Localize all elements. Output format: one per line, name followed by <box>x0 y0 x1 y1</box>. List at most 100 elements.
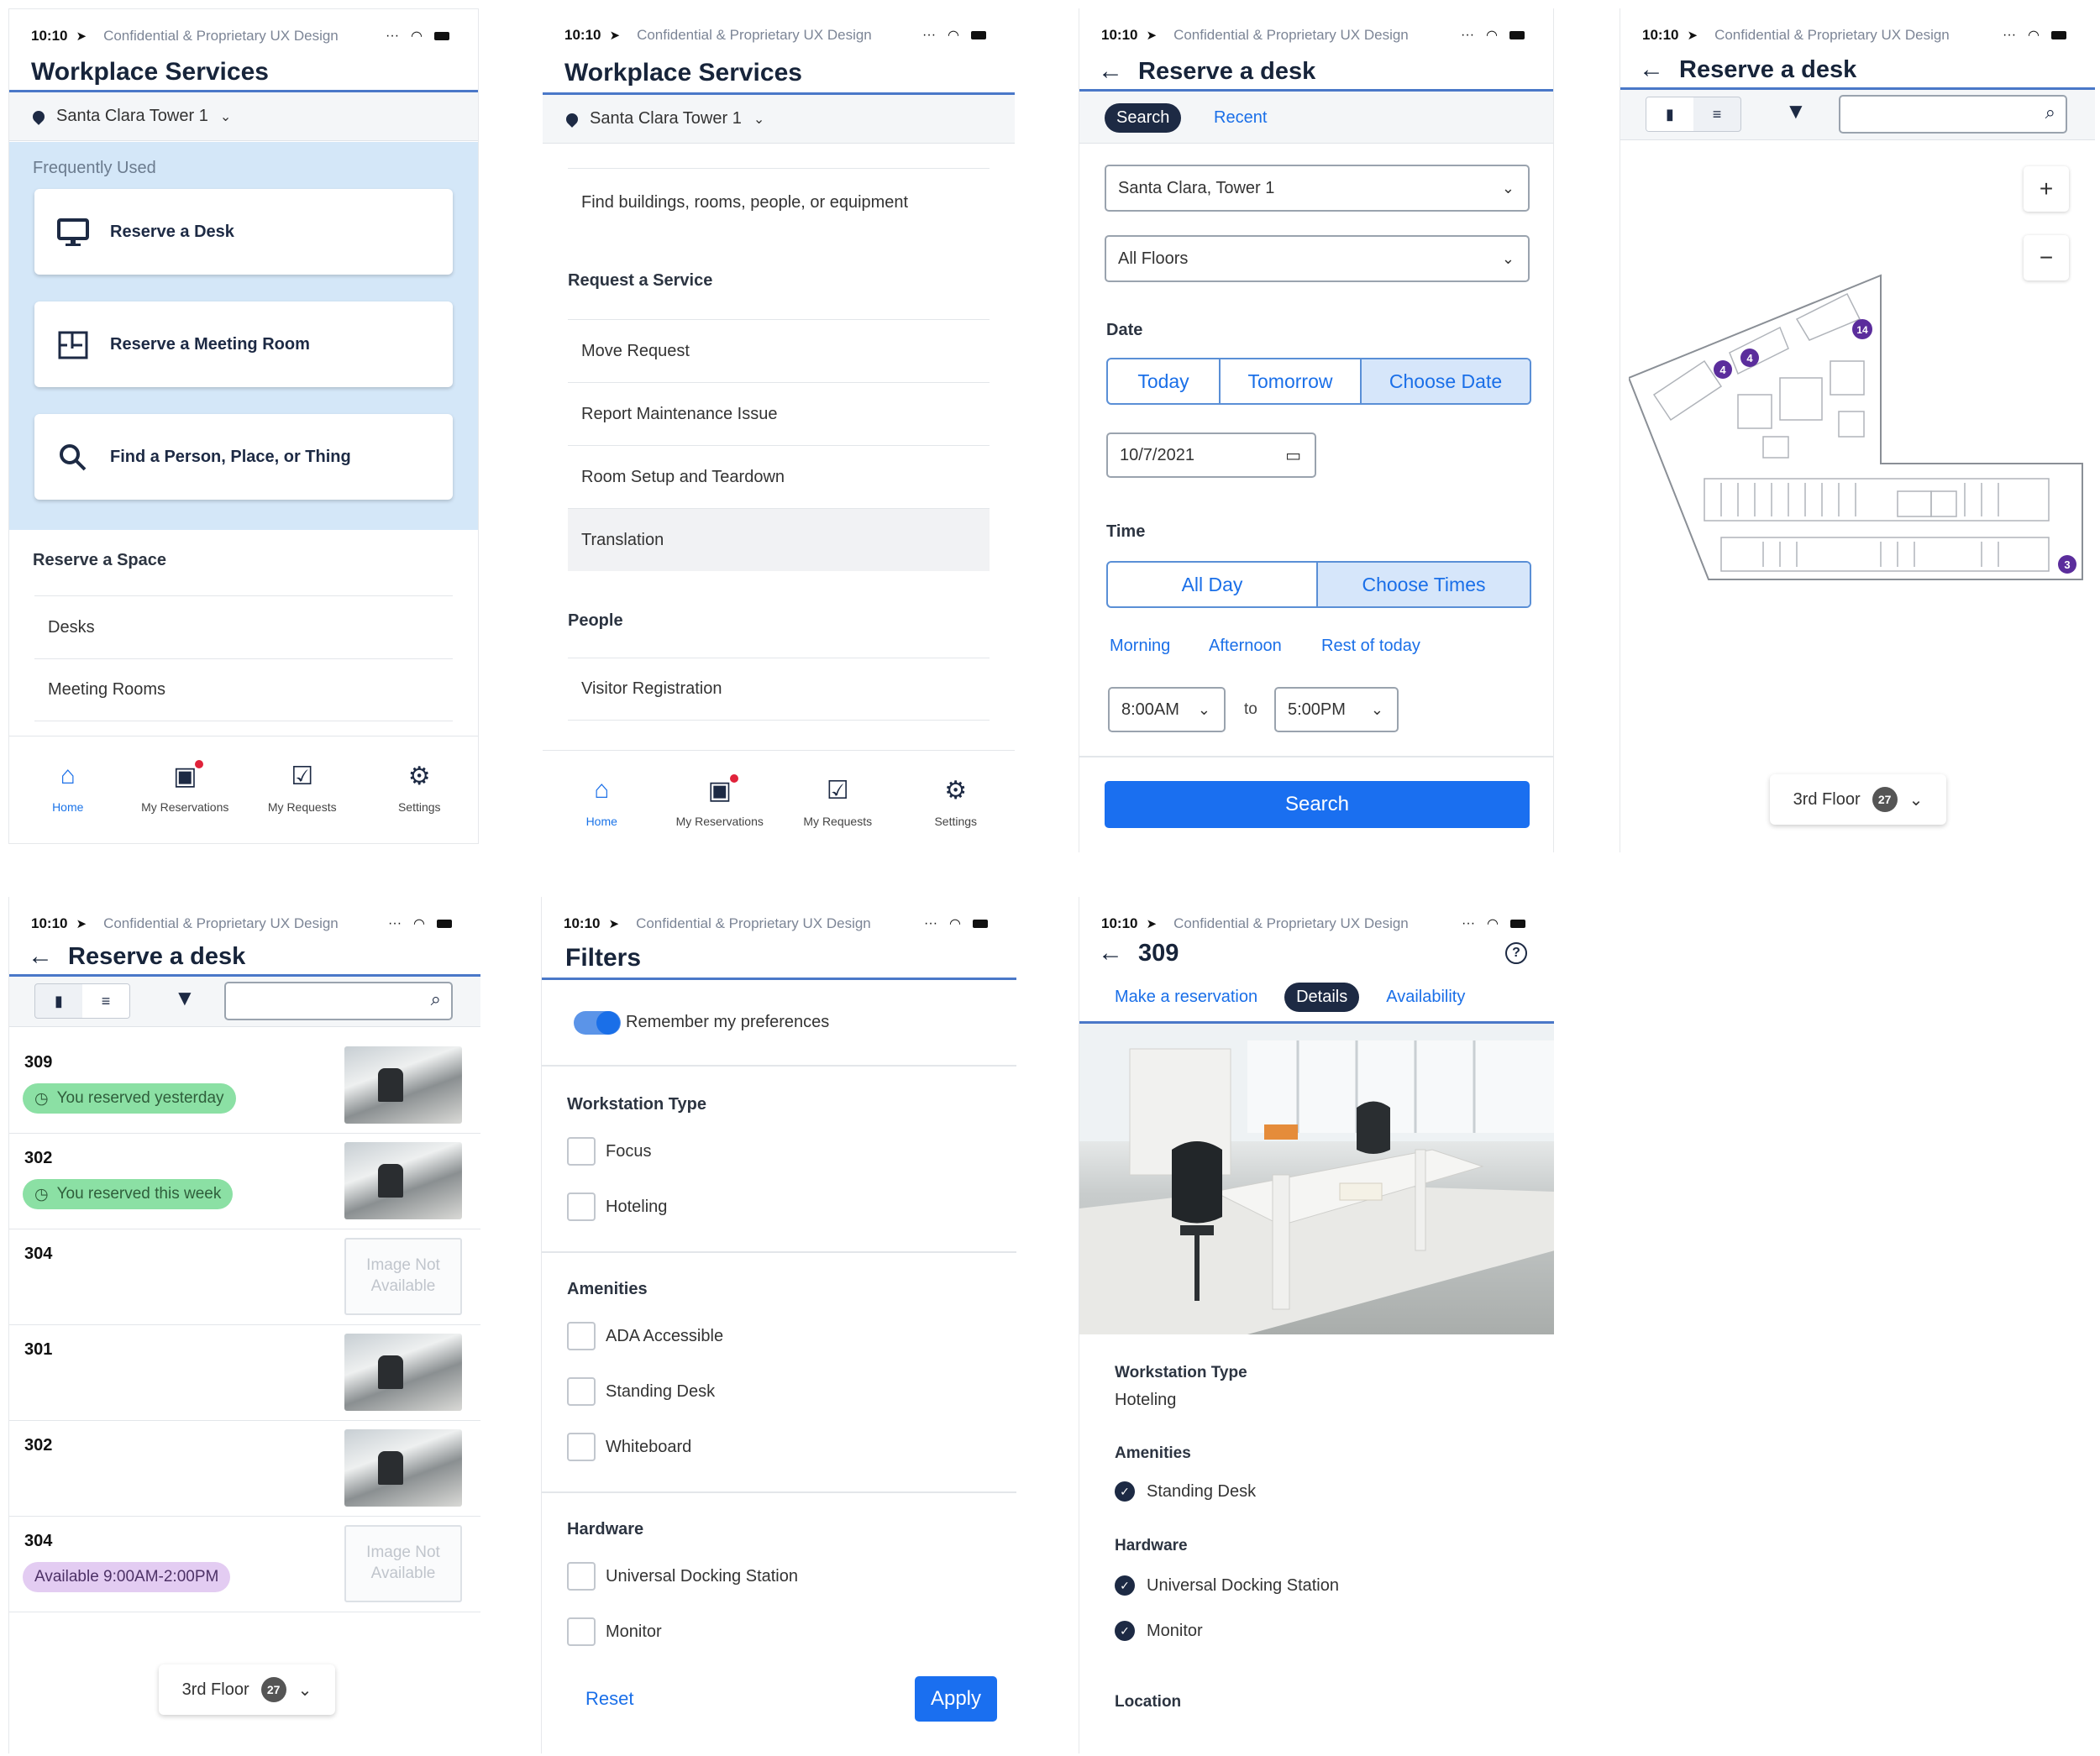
location-label: Santa Clara Tower 1 <box>56 107 208 125</box>
checkbox[interactable] <box>567 1137 596 1166</box>
map-marker-2[interactable]: 4 <box>1746 352 1753 364</box>
preset-rest-of-today[interactable]: Rest of today <box>1321 637 1420 656</box>
map-marker-4[interactable]: 3 <box>2064 558 2070 571</box>
back-arrow-icon[interactable]: ← <box>1639 55 1664 84</box>
tab-home-label: Home <box>52 800 84 814</box>
list-item[interactable]: 304 Available 9:00AM-2:00PM Image Not Ava… <box>9 1517 480 1612</box>
reserve-desk-card[interactable]: Reserve a Desk <box>34 189 453 275</box>
list-item[interactable]: 309 ◷ You reserved yesterday <box>9 1038 480 1134</box>
map-view-icon[interactable]: ▮ <box>35 984 82 1018</box>
status-badge-text: Available 9:00AM-2:00PM <box>34 1568 219 1586</box>
time-choose[interactable]: Choose Times <box>1318 563 1530 606</box>
checkbox-standing-desk[interactable]: Standing Desk <box>567 1377 715 1406</box>
tab-my-reservations[interactable]: ▣ My Reservations <box>661 774 779 828</box>
checkbox-whiteboard[interactable]: Whiteboard <box>567 1433 691 1461</box>
image-na-line2: Available <box>370 1565 436 1582</box>
filter-icon[interactable]: ▼ <box>1785 98 1807 124</box>
checkbox[interactable] <box>567 1433 596 1461</box>
zoom-in-button[interactable]: + <box>2024 166 2069 212</box>
tab-availability[interactable]: Availability <box>1386 988 1465 1007</box>
find-buildings-item[interactable]: Find buildings, rooms, people, or equipm… <box>568 168 990 237</box>
location-label: Location <box>1115 1693 1182 1711</box>
back-arrow-icon[interactable]: ← <box>1098 939 1123 967</box>
date-today[interactable]: Today <box>1108 359 1221 403</box>
tab-home[interactable]: ⌂ Home <box>543 776 660 828</box>
reserve-desk-label: Reserve a Desk <box>110 222 234 241</box>
checkbox[interactable] <box>567 1193 596 1221</box>
status-bar: 10:10 ➤ Confidential & Proprietary UX De… <box>543 8 1015 62</box>
map-marker-1[interactable]: 4 <box>1719 364 1726 376</box>
list-item[interactable]: 302 <box>9 1421 480 1517</box>
list-item-visitor-registration[interactable]: Visitor Registration <box>568 658 990 721</box>
find-person-card[interactable]: Find a Person, Place, or Thing <box>34 414 453 500</box>
checkbox[interactable] <box>567 1617 596 1646</box>
location-selector[interactable]: Santa Clara Tower 1 ⌄ <box>543 95 1015 144</box>
start-time-select[interactable]: 8:00AM ⌄ <box>1108 687 1226 732</box>
checkbox-ada[interactable]: ADA Accessible <box>567 1322 723 1350</box>
status-time: 10:10 <box>31 915 68 931</box>
view-toggle: ▮ ≡ <box>34 983 130 1019</box>
list-item-report-maintenance[interactable]: Report Maintenance Issue <box>568 382 990 445</box>
back-arrow-icon[interactable]: ← <box>28 942 53 971</box>
list-item-room-setup[interactable]: Room Setup and Teardown <box>568 445 990 508</box>
tab-my-requests[interactable]: ☑ My Requests <box>244 762 361 814</box>
list-item[interactable]: 304 Image Not Available <box>9 1229 480 1325</box>
map-view-icon[interactable]: ▮ <box>1646 97 1693 131</box>
reserve-meeting-room-card[interactable]: Reserve a Meeting Room <box>34 301 453 387</box>
floor-selector[interactable]: 3rd Floor 27 ⌄ <box>1770 774 1946 825</box>
detail-tabs: Make a reservation Details Availability <box>1079 976 1554 1018</box>
reserve-space-label: Reserve a Space <box>33 551 167 569</box>
apply-button[interactable]: Apply <box>915 1676 997 1722</box>
status-badge-text: You reserved this week <box>56 1185 222 1203</box>
list-item[interactable]: 302 ◷ You reserved this week <box>9 1134 480 1229</box>
page-title: Workplace Services <box>31 58 269 86</box>
date-input[interactable]: 10/7/2021 ▭ <box>1106 432 1316 478</box>
floor-plan-map[interactable]: 4 4 14 3 <box>1629 269 2091 596</box>
search-input[interactable]: ⌕ <box>224 982 453 1020</box>
date-choose[interactable]: Choose Date <box>1362 359 1530 403</box>
location-selector[interactable]: Santa Clara Tower 1 ⌄ <box>9 92 478 141</box>
tab-make-reservation[interactable]: Make a reservation <box>1115 988 1257 1007</box>
list-item-move-request[interactable]: Move Request <box>568 319 990 382</box>
screen-desk-details: 10:10 ➤ Confidential & Proprietary UX De… <box>1079 897 1554 1753</box>
more-icon: ··· <box>1461 28 1475 42</box>
back-arrow-icon[interactable]: ← <box>1098 57 1123 86</box>
location-arrow-icon: ➤ <box>1146 917 1158 931</box>
tab-my-requests[interactable]: ☑ My Requests <box>779 776 896 828</box>
checkbox-hoteling[interactable]: Hoteling <box>567 1193 667 1221</box>
tab-search[interactable]: Search <box>1105 103 1182 133</box>
remember-toggle[interactable] <box>574 1011 621 1035</box>
checkbox[interactable] <box>567 1377 596 1406</box>
tab-recent[interactable]: Recent <box>1214 108 1267 128</box>
help-icon[interactable]: ? <box>1505 942 1527 964</box>
checkbox-docking-station[interactable]: Universal Docking Station <box>567 1562 798 1591</box>
floor-select[interactable]: All Floors ⌄ <box>1105 235 1530 282</box>
checkbox[interactable] <box>567 1322 596 1350</box>
tab-settings[interactable]: ⚙ Settings <box>897 776 1015 828</box>
date-tomorrow[interactable]: Tomorrow <box>1221 359 1362 403</box>
map-marker-3[interactable]: 14 <box>1856 324 1868 336</box>
filter-icon[interactable]: ▼ <box>174 985 196 1011</box>
checkbox[interactable] <box>567 1562 596 1591</box>
tab-details[interactable]: Details <box>1284 982 1360 1012</box>
preset-morning[interactable]: Morning <box>1110 637 1170 656</box>
time-all-day[interactable]: All Day <box>1108 563 1318 606</box>
tab-settings[interactable]: ⚙ Settings <box>361 762 479 814</box>
end-time-select[interactable]: 5:00PM ⌄ <box>1274 687 1399 732</box>
list-item-desks[interactable]: Desks <box>34 595 453 658</box>
reset-button[interactable]: Reset <box>585 1688 633 1710</box>
tab-home[interactable]: ⌂ Home <box>9 762 127 814</box>
list-item-meeting-rooms[interactable]: Meeting Rooms <box>34 658 453 721</box>
floor-selector[interactable]: 3rd Floor 27 ⌄ <box>159 1664 335 1715</box>
checkbox-monitor[interactable]: Monitor <box>567 1617 662 1646</box>
list-view-icon[interactable]: ≡ <box>82 984 129 1018</box>
checkbox-focus[interactable]: Focus <box>567 1137 651 1166</box>
tab-my-reservations[interactable]: ▣ My Reservations <box>127 760 244 814</box>
building-select[interactable]: Santa Clara, Tower 1 ⌄ <box>1105 165 1530 212</box>
search-input[interactable]: ⌕ <box>1839 95 2067 134</box>
list-item[interactable]: 301 <box>9 1325 480 1421</box>
list-item-translation[interactable]: Translation <box>568 508 990 571</box>
preset-afternoon[interactable]: Afternoon <box>1209 637 1282 656</box>
list-view-icon[interactable]: ≡ <box>1693 97 1740 131</box>
search-button[interactable]: Search <box>1105 781 1530 828</box>
